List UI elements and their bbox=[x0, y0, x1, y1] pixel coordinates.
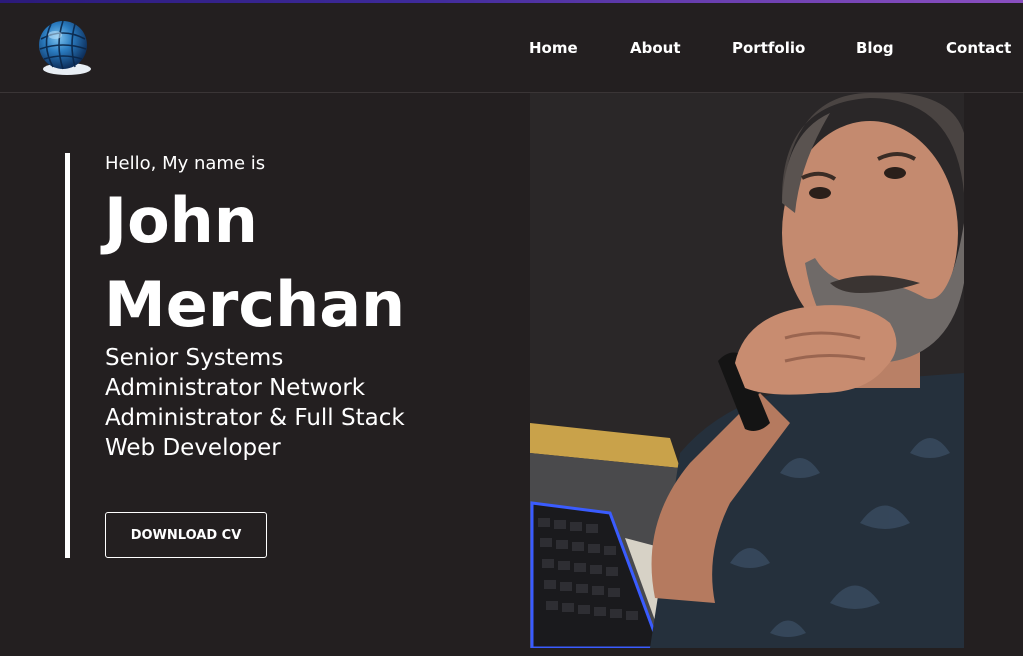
hero-intro: Hello, My name is John Merchan Senior Sy… bbox=[65, 153, 485, 558]
download-cv-button[interactable]: DOWNLOAD CV bbox=[105, 512, 267, 558]
main-nav: Home About Portfolio Blog Contact bbox=[0, 39, 1023, 61]
nav-portfolio[interactable]: Portfolio bbox=[732, 39, 805, 57]
nav-home[interactable]: Home bbox=[529, 39, 578, 57]
nav-about[interactable]: About bbox=[630, 39, 681, 57]
hero-name: John Merchan bbox=[104, 184, 406, 341]
site-header: Home About Portfolio Blog Contact bbox=[0, 3, 1023, 93]
nav-contact[interactable]: Contact bbox=[946, 39, 1011, 57]
nav-blog[interactable]: Blog bbox=[856, 39, 894, 57]
profile-photo bbox=[530, 93, 964, 648]
hero-greeting: Hello, My name is bbox=[105, 153, 266, 174]
hero-role: Senior Systems Administrator Network Adm… bbox=[105, 345, 405, 461]
